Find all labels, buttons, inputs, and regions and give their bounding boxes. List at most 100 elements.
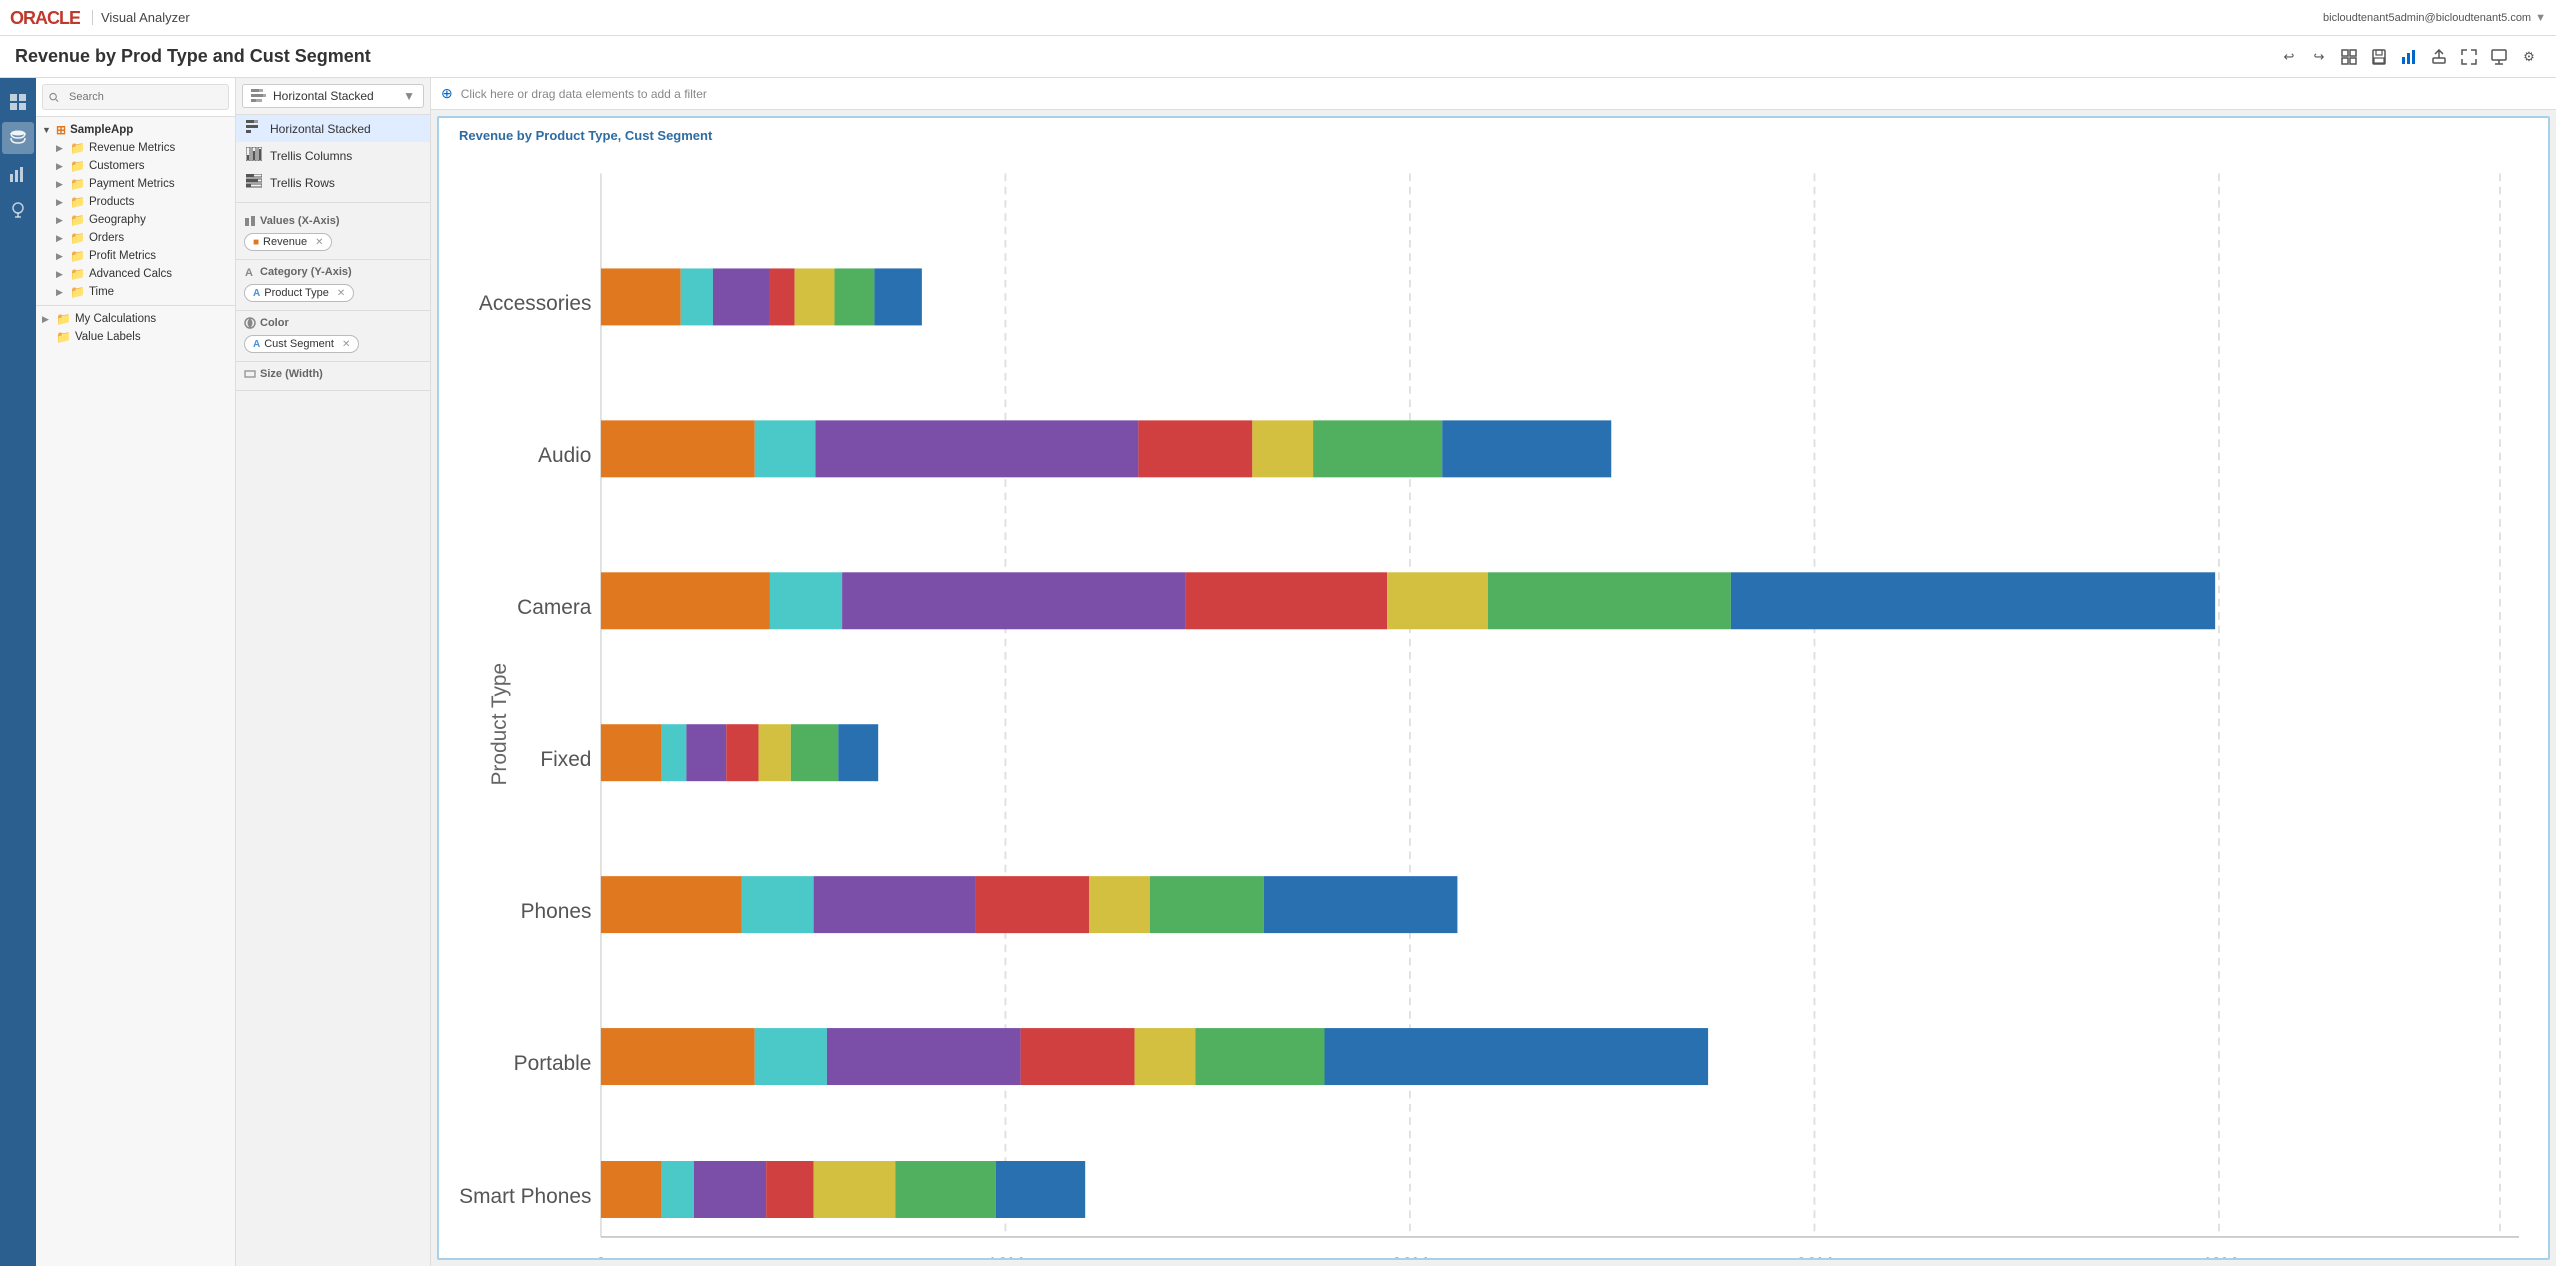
bar-smartphones-seg5 [814, 1161, 896, 1218]
metric-icon: ■ [253, 237, 259, 248]
chart-options-panel: Horizontal Stacked ▼ Horizontal Stacked … [236, 78, 431, 1266]
undo-button[interactable]: ↩ [2277, 45, 2301, 69]
pill-close[interactable]: ✕ [337, 288, 345, 299]
svg-text:Audio: Audio [538, 444, 591, 467]
chart-option-trellis-rows[interactable]: Trellis Rows [236, 169, 430, 196]
add-filter-icon[interactable]: ⊕ [441, 85, 453, 102]
present-button[interactable] [2487, 45, 2511, 69]
bar-phones-seg6 [1150, 876, 1264, 933]
tree-root-sampleapp[interactable]: ▼ ⊞ SampleApp [36, 121, 235, 139]
svg-text:0: 0 [596, 1255, 607, 1260]
sidebar-analytics[interactable] [2, 158, 34, 190]
tree-item-orders[interactable]: ▶ 📁 Orders [36, 229, 235, 247]
bar-accessories-seg4 [770, 268, 795, 325]
dropdown-icon[interactable]: ▼ [2535, 12, 2546, 24]
expand-icon: ▶ [56, 197, 66, 208]
save-button[interactable] [2367, 45, 2391, 69]
sidebar-home[interactable] [2, 86, 34, 118]
tree-item-revenue-metrics[interactable]: ▶ 📁 Revenue Metrics [36, 139, 235, 157]
tree-item-payment-metrics[interactable]: ▶ 📁 Payment Metrics [36, 175, 235, 193]
top-bar: ORACLE Visual Analyzer bicloudtenant5adm… [0, 0, 2556, 36]
expand-icon: ▶ [42, 314, 52, 325]
revenue-pill[interactable]: ■ Revenue ✕ [244, 233, 332, 251]
folder-icon: 📁 [70, 177, 85, 191]
folder-icon: 📁 [70, 195, 85, 209]
chart-type-selector[interactable]: Horizontal Stacked ▼ [242, 84, 424, 108]
data-tree: ▼ ⊞ SampleApp ▶ 📁 Revenue Metrics ▶ 📁 Cu… [36, 117, 235, 350]
svg-text:10M: 10M [987, 1255, 1024, 1260]
expand-icon: ▶ [56, 143, 66, 154]
product-type-pill[interactable]: A Product Type ✕ [244, 284, 354, 302]
bar-fixed-seg3 [686, 724, 726, 781]
svg-text:40M: 40M [2200, 1255, 2237, 1260]
folder-icon: 📁 [56, 330, 71, 344]
view-type-button[interactable] [2337, 45, 2361, 69]
logo-area: ORACLE Visual Analyzer [10, 8, 190, 28]
viz-title: Revenue by Prod Type and Cust Segment [15, 46, 2265, 67]
tree-item-geography[interactable]: ▶ 📁 Geography [36, 211, 235, 229]
horizontal-stacked-icon [251, 89, 267, 103]
root-icon: ⊞ [56, 123, 66, 137]
sidebar-insights[interactable] [2, 194, 34, 226]
bar-audio-seg2 [755, 420, 816, 477]
app-title: Visual Analyzer [92, 10, 190, 25]
search-input[interactable] [63, 88, 222, 106]
bar-fixed-seg7 [838, 724, 878, 781]
horizontal-stacked-option-icon [246, 120, 262, 137]
tree-item-products[interactable]: ▶ 📁 Products [36, 193, 235, 211]
folder-icon: 📁 [70, 141, 85, 155]
bar-camera-seg2 [770, 572, 842, 629]
bar-portable-seg6 [1195, 1028, 1324, 1085]
resize-button[interactable] [2457, 45, 2481, 69]
filter-bar[interactable]: ⊕ Click here or drag data elements to ad… [431, 78, 2556, 110]
dimension-icon: A [253, 339, 260, 350]
expand-icon: ▶ [56, 179, 66, 190]
tree-item-customers[interactable]: ▶ 📁 Customers [36, 157, 235, 175]
user-email: bicloudtenant5admin@bicloudtenant5.com ▼ [2323, 12, 2546, 24]
tree-item-my-calculations[interactable]: ▶ 📁 My Calculations [36, 310, 235, 328]
bar-smartphones-seg4 [766, 1161, 813, 1218]
tree-item-profit-metrics[interactable]: ▶ 📁 Profit Metrics [36, 247, 235, 265]
data-panel-search [36, 78, 235, 117]
expand-icon: ▶ [56, 251, 66, 262]
bar-smartphones-seg2 [662, 1161, 694, 1218]
bar-fixed-seg6 [791, 724, 838, 781]
bar-fixed-seg1 [601, 724, 662, 781]
folder-icon: 📁 [70, 231, 85, 245]
bar-phones-seg5 [1089, 876, 1150, 933]
expand-icon: ▶ [56, 161, 66, 172]
bar-audio-seg7 [1442, 420, 1611, 477]
bar-accessories-seg6 [835, 268, 875, 325]
bar-fixed-seg4 [726, 724, 758, 781]
main-layout: ▼ ⊞ SampleApp ▶ 📁 Revenue Metrics ▶ 📁 Cu… [0, 78, 2556, 1266]
chart-option-horizontal-stacked[interactable]: Horizontal Stacked [236, 115, 430, 142]
bar-camera-seg4 [1186, 572, 1387, 629]
tree-item-time[interactable]: ▶ 📁 Time [36, 283, 235, 301]
upload-button[interactable] [2427, 45, 2451, 69]
pill-close[interactable]: ✕ [315, 237, 323, 248]
redo-button[interactable]: ↪ [2307, 45, 2331, 69]
bar-audio-seg1 [601, 420, 755, 477]
settings-button[interactable]: ⚙ [2517, 45, 2541, 69]
svg-text:ORACLE: ORACLE [10, 8, 80, 28]
pill-close[interactable]: ✕ [342, 339, 350, 350]
tree-item-advanced-calcs[interactable]: ▶ 📁 Advanced Calcs [36, 265, 235, 283]
sidebar-data[interactable] [2, 122, 34, 154]
tree-item-value-labels[interactable]: ▶ 📁 Value Labels [36, 328, 235, 346]
bar-fixed-seg2 [662, 724, 687, 781]
chart-option-trellis-columns[interactable]: Trellis Columns [236, 142, 430, 169]
folder-icon: 📁 [70, 267, 85, 281]
cust-segment-pill[interactable]: A Cust Segment ✕ [244, 335, 359, 353]
bar-phones-seg7 [1264, 876, 1458, 933]
chart-view-button[interactable] [2397, 45, 2421, 69]
svg-text:Phones: Phones [521, 900, 592, 923]
bar-accessories-seg2 [681, 268, 713, 325]
axis-category-y: A Category (Y-Axis) A Product Type ✕ [236, 260, 430, 311]
bar-fixed-seg5 [759, 724, 791, 781]
trellis-rows-option-icon [246, 174, 262, 191]
axis-values-label: Values (X-Axis) [244, 215, 422, 227]
second-bar: Revenue by Prod Type and Cust Segment ↩ … [0, 36, 2556, 78]
icon-sidebar [0, 78, 36, 1266]
axis-color: Color A Cust Segment ✕ [236, 311, 430, 362]
expand-icon: ▼ [42, 125, 52, 135]
